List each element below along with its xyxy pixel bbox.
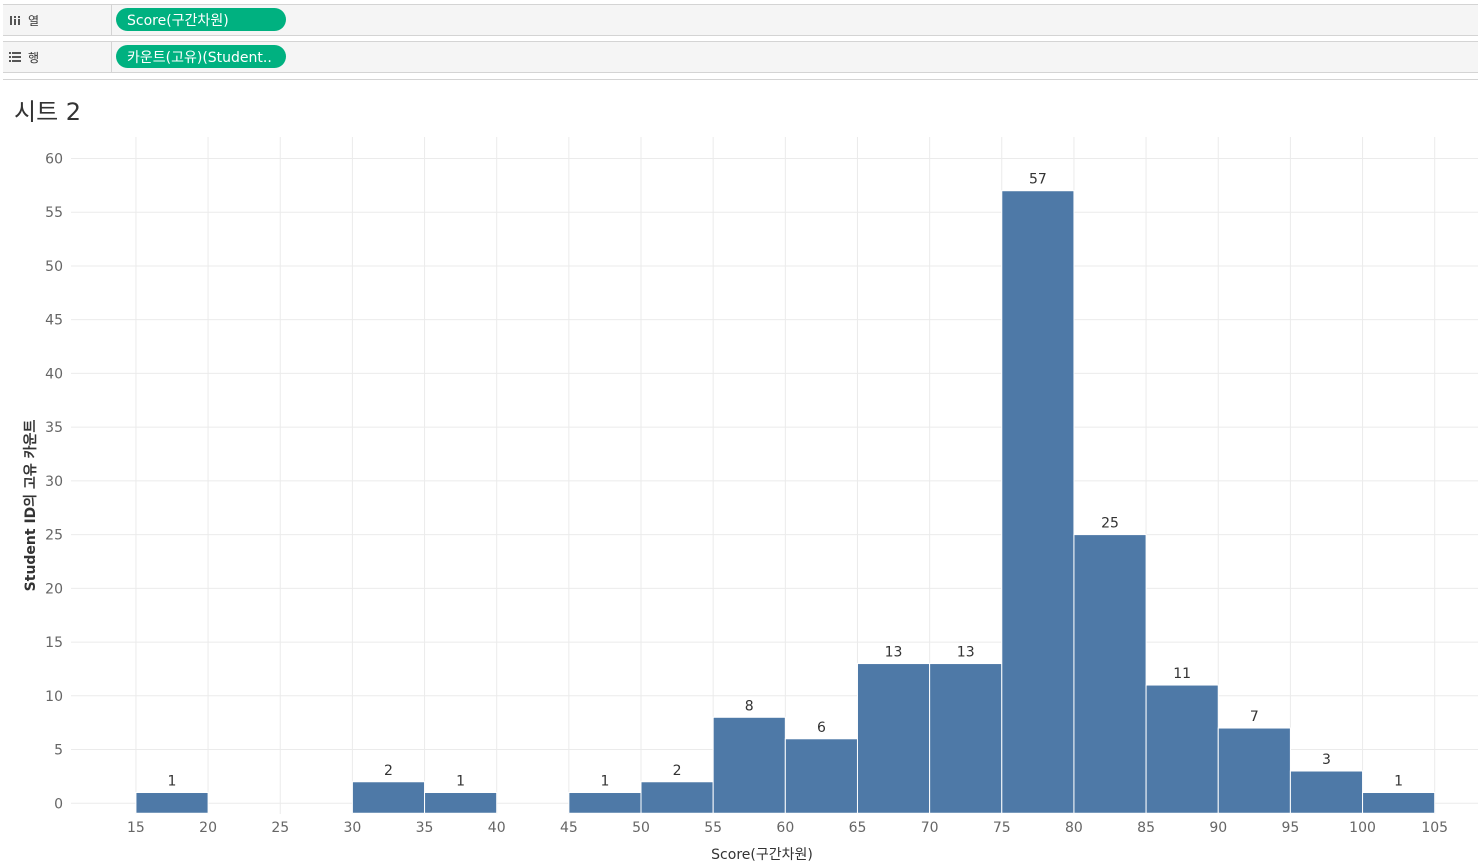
x-tick-label: 85 [1137, 820, 1155, 836]
x-tick-label: 30 [343, 820, 361, 836]
y-tick-label: 15 [45, 635, 63, 651]
columns-shelf-label: 열 [3, 5, 112, 35]
y-tick-label: 60 [45, 151, 63, 167]
y-tick-label: 0 [54, 796, 63, 812]
y-tick-label: 25 [45, 528, 63, 544]
x-tick-label: 60 [776, 820, 794, 836]
rows-pill-count-distinct[interactable]: 카운트(고유)(Student.. [116, 45, 286, 68]
x-tick-label: 40 [488, 820, 506, 836]
histogram-bar [1217, 727, 1291, 814]
columns-icon [10, 16, 20, 25]
y-tick-label: 10 [45, 689, 63, 705]
y-tick-label: 35 [45, 420, 63, 436]
bar-data-label: 6 [817, 720, 826, 736]
x-tick-label: 70 [921, 820, 939, 836]
y-axis-title: Student ID의 고유 카운트 [22, 420, 39, 592]
x-tick-label: 45 [560, 820, 578, 836]
histogram-bar [856, 663, 931, 814]
columns-label-text: 열 [28, 13, 40, 28]
x-tick-label: 100 [1349, 820, 1376, 836]
x-tick-label: 95 [1281, 820, 1299, 836]
histogram-bar [424, 792, 498, 814]
worksheet: 시트 2 0 5 10 15 20 25 30 35 40 45 50 55 60 15 20 25 30 35 4… [3, 79, 1478, 867]
x-tick-label: 50 [632, 820, 650, 836]
x-tick-label: 90 [1209, 820, 1227, 836]
x-tick-label: 55 [704, 820, 722, 836]
bar-data-label: 8 [745, 698, 754, 714]
histogram-bar [1073, 534, 1147, 814]
columns-shelf: 열 Score(구간차원) [3, 4, 1478, 36]
rows-shelf: 행 카운트(고유)(Student.. [3, 41, 1478, 73]
rows-shelf-label: 행 [3, 42, 112, 72]
x-tick-label: 25 [271, 820, 289, 836]
bar-data-label: 1 [168, 774, 177, 790]
histogram-bar [1145, 684, 1219, 814]
histogram-bar [929, 663, 1003, 814]
bar-data-label: 2 [673, 763, 682, 779]
bar-data-label: 7 [1250, 709, 1259, 725]
bar-data-label: 57 [1029, 172, 1047, 188]
bar-data-label: 13 [957, 645, 975, 661]
x-tick-label: 105 [1421, 820, 1448, 836]
x-tick-label: 35 [416, 820, 434, 836]
rows-icon [9, 52, 21, 62]
histogram-bar [640, 781, 714, 814]
x-axis-title: Score(구간차원) [711, 847, 813, 863]
bar-data-label: 11 [1173, 666, 1191, 682]
y-tick-label: 50 [45, 259, 63, 275]
y-tick-label: 40 [45, 366, 63, 382]
y-tick-label: 45 [45, 313, 63, 329]
bar-data-label: 1 [456, 774, 465, 790]
histogram-bar [784, 738, 858, 814]
y-tick-label: 30 [45, 474, 63, 490]
bar-data-label: 3 [1322, 752, 1331, 768]
y-tick-label: 20 [45, 581, 63, 597]
histogram-bar [1362, 792, 1436, 814]
bar-data-label: 2 [384, 763, 393, 779]
bar-data-label: 1 [1394, 774, 1403, 790]
columns-pill-score-bin[interactable]: Score(구간차원) [116, 8, 286, 31]
bar-data-label: 1 [600, 774, 609, 790]
histogram-bar [351, 781, 426, 814]
histogram-bar [1289, 770, 1364, 814]
bar-data-label: 25 [1101, 516, 1119, 532]
x-tick-label: 15 [127, 820, 145, 836]
x-tick-label: 20 [199, 820, 217, 836]
histogram-bar [568, 792, 642, 814]
histogram-bar [1001, 190, 1075, 814]
x-tick-label: 75 [993, 820, 1011, 836]
y-tick-label: 5 [54, 743, 63, 759]
x-tick-label: 80 [1065, 820, 1083, 836]
bar-data-label: 13 [885, 645, 903, 661]
x-tick-label: 65 [849, 820, 867, 836]
histogram-chart: 0 5 10 15 20 25 30 35 40 45 50 55 60 15 20 25 30 35 40 45 50… [22, 137, 1478, 863]
histogram-bar [712, 716, 786, 814]
rows-label-text: 행 [28, 50, 40, 65]
y-tick-label: 55 [45, 205, 63, 221]
histogram-bar [135, 792, 209, 814]
